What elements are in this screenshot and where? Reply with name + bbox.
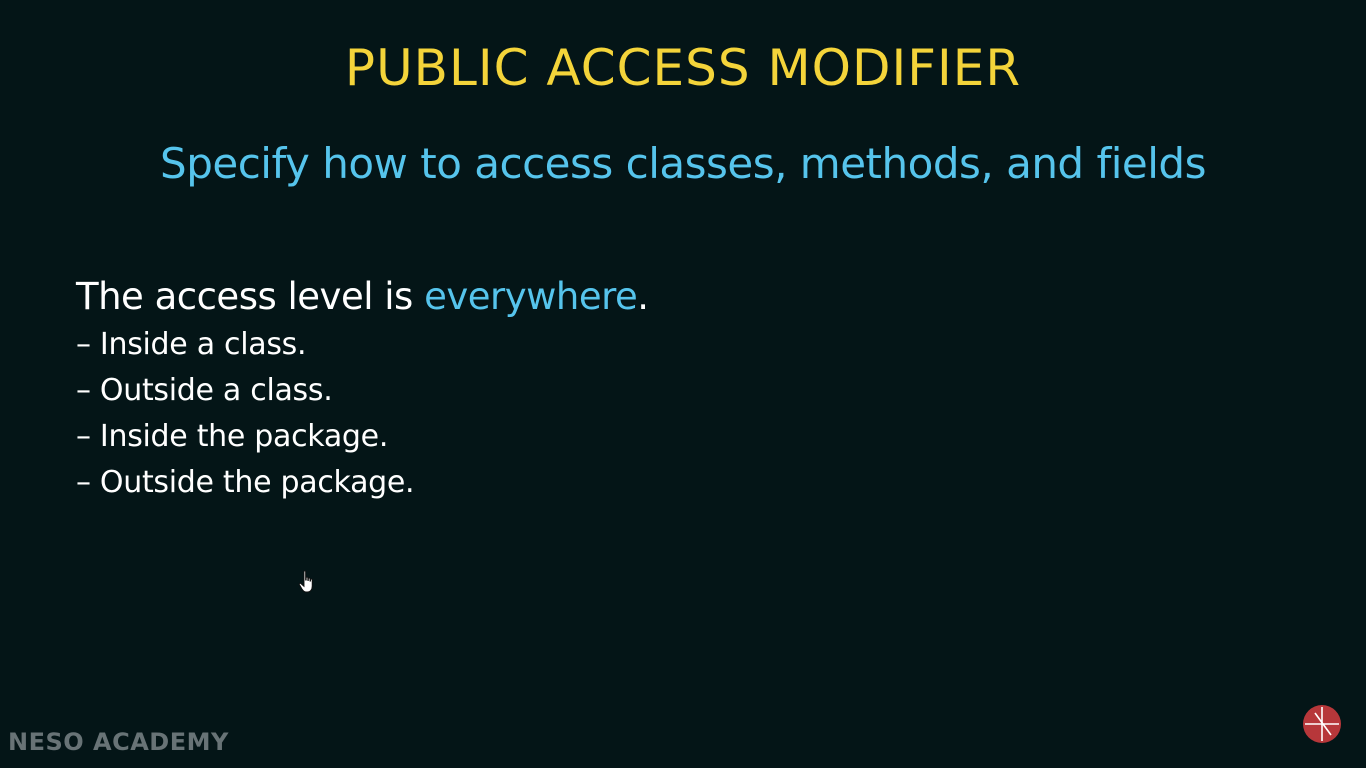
slide: PUBLIC ACCESS MODIFIER Specify how to ac… [0,0,1366,768]
bullet-item: – Outside the package. [76,465,415,500]
bullet-item: – Inside a class. [76,327,307,362]
lead-sentence: The access level is everywhere. [76,274,649,320]
neso-logo-icon [1303,705,1341,743]
hand-cursor-icon [298,570,313,593]
content-block: The access level is everywhere. – Inside… [76,274,649,506]
bullet-item: – Outside a class. [76,373,333,408]
bullet-list: – Inside a class. – Outside a class. – I… [76,322,649,506]
watermark-text: NESO ACADEMY [8,728,229,756]
lead-text: The access level is [76,275,425,318]
slide-subtitle: Specify how to access classes, methods, … [160,139,1206,188]
bullet-item: – Inside the package. [76,419,389,454]
lead-highlight: everywhere [424,275,638,318]
slide-title: PUBLIC ACCESS MODIFIER [344,39,1022,97]
lead-end: . [637,275,649,318]
